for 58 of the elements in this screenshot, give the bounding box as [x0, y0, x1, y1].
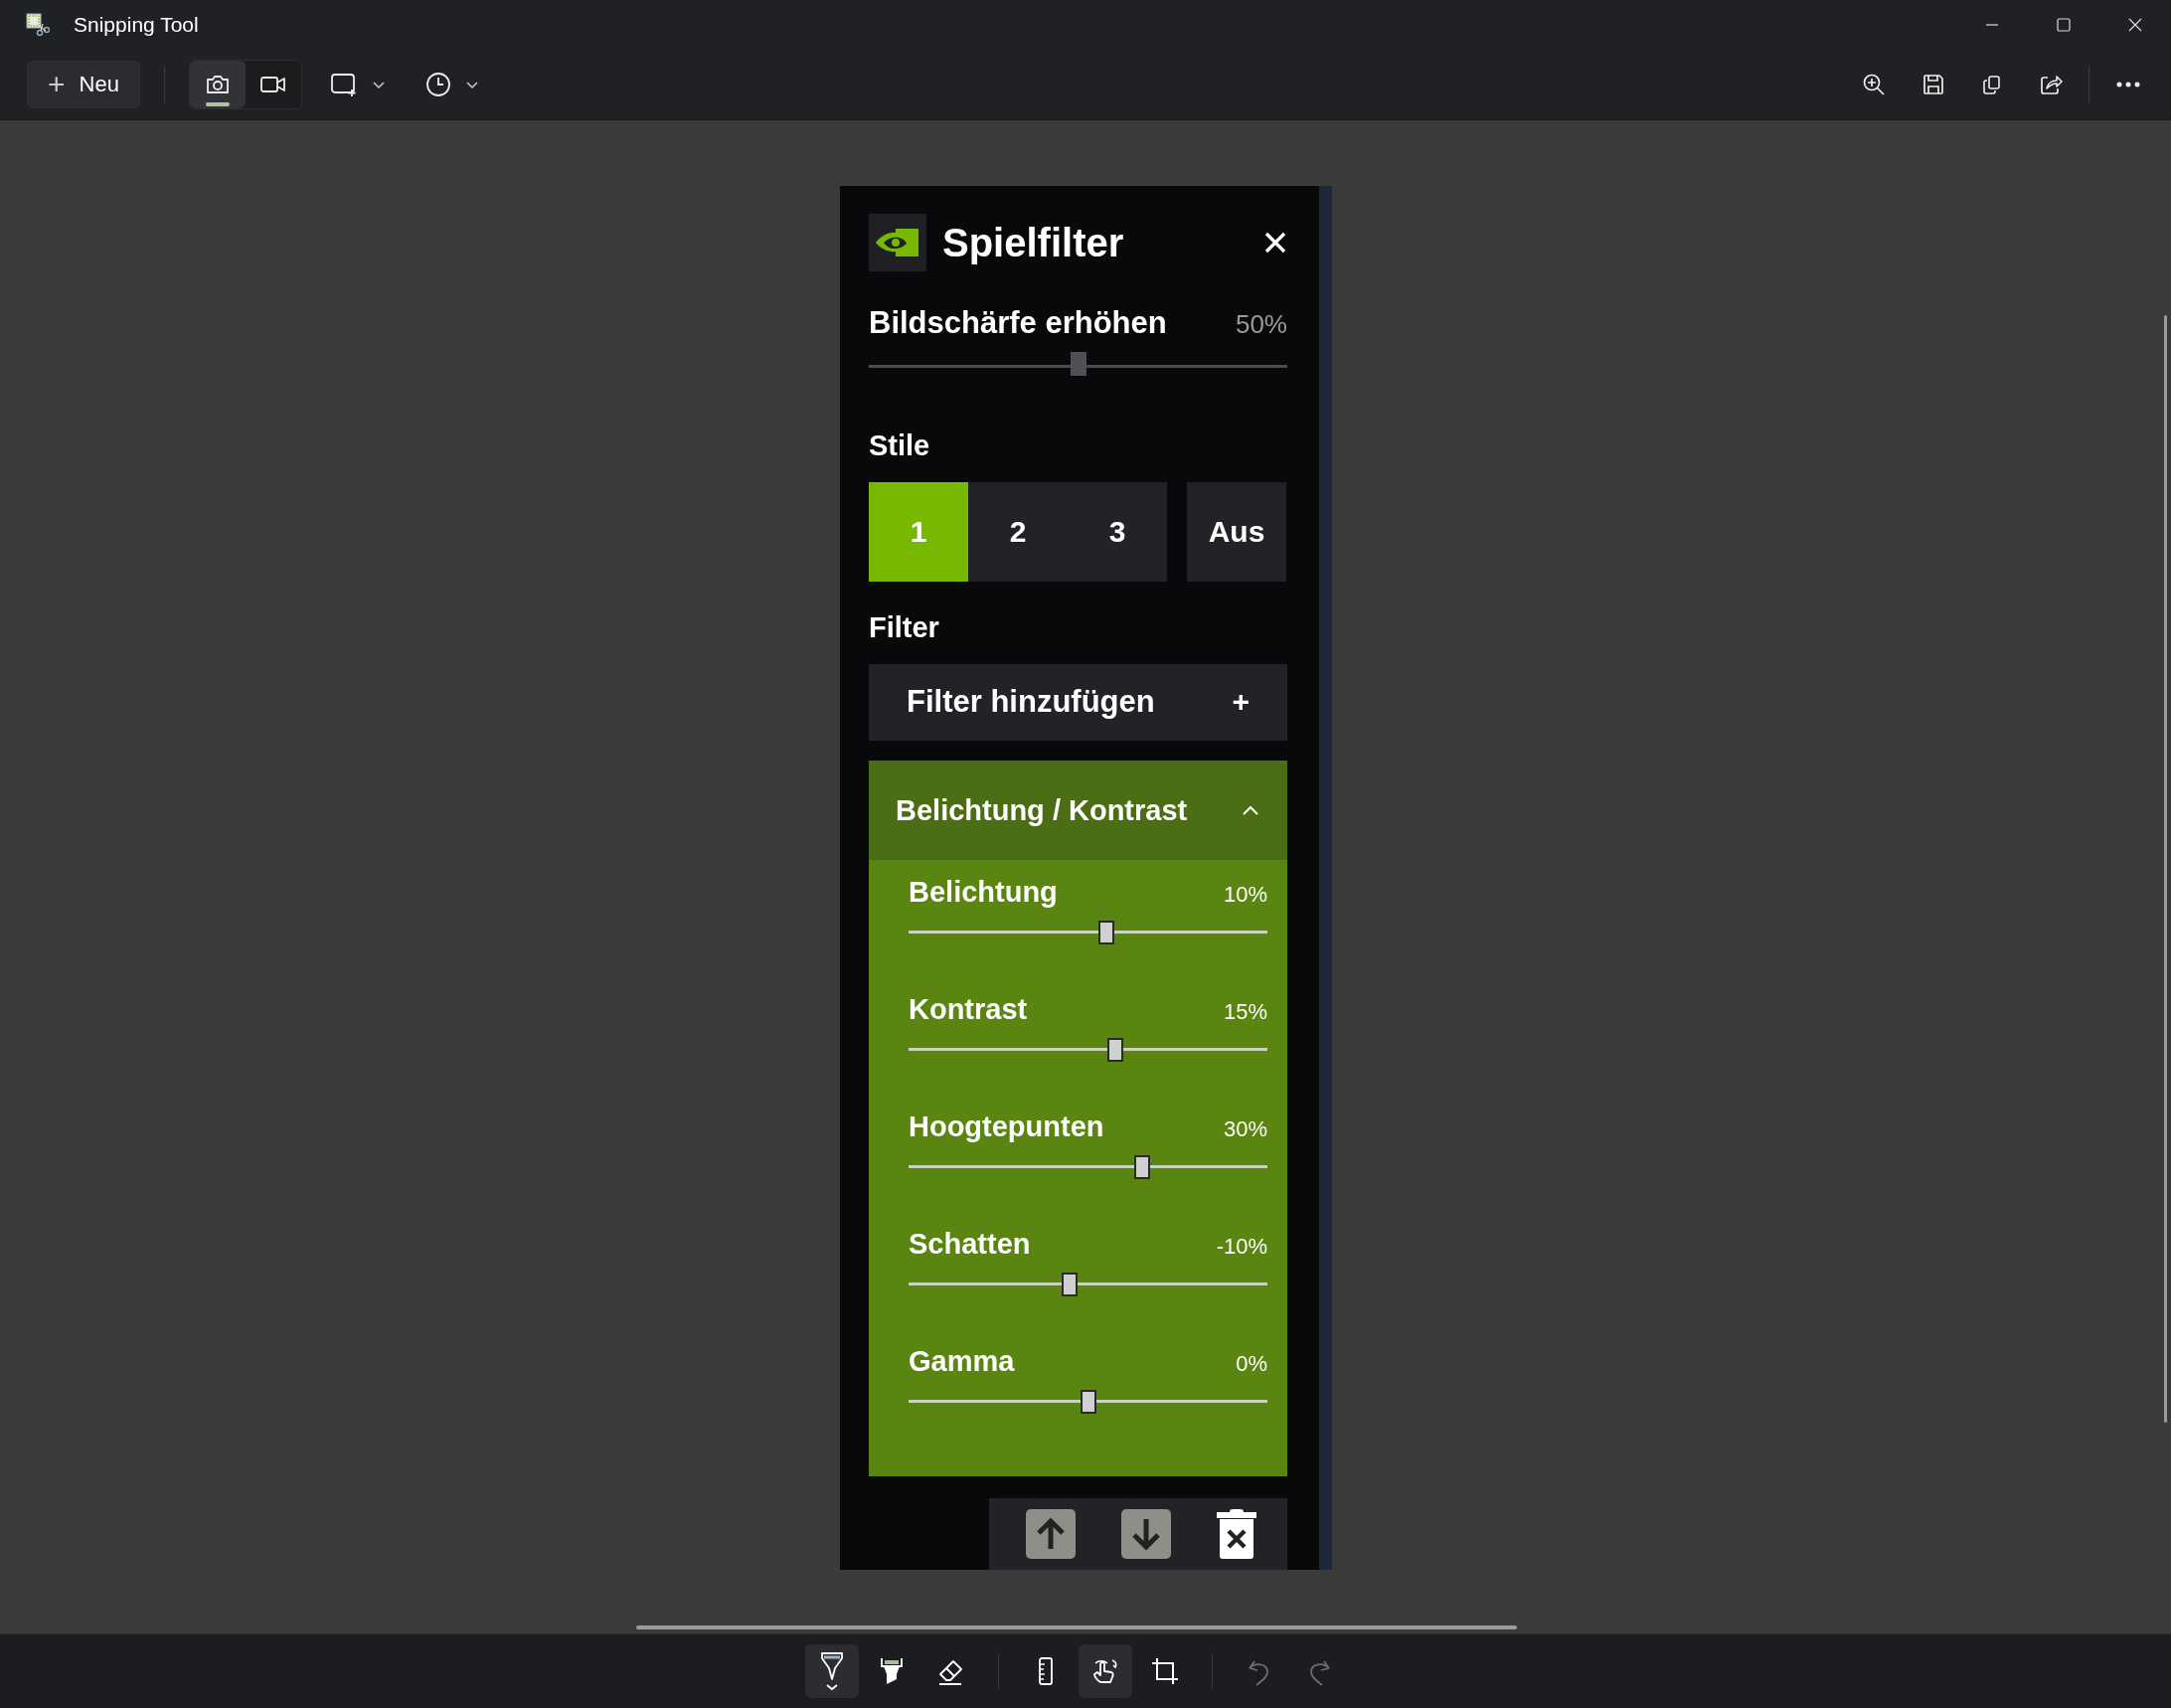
slider-value: 0% [1236, 1351, 1267, 1377]
filter-slider[interactable] [909, 1038, 1267, 1062]
maximize-icon[interactable] [2056, 17, 2072, 33]
app-icon [26, 13, 50, 37]
pen-icon[interactable] [805, 1644, 859, 1698]
horizontal-scrollbar[interactable] [636, 1625, 1517, 1629]
slider-value: 50% [1235, 309, 1287, 340]
chevron-icon[interactable] [1242, 804, 1259, 816]
slider-thumb[interactable] [1062, 1273, 1079, 1296]
panel-title: Spielfilter [942, 220, 1124, 265]
zoom-in-icon[interactable] [1862, 73, 1886, 96]
share-icon[interactable] [2039, 73, 2063, 96]
save-icon[interactable] [1921, 73, 1945, 96]
camera-icon[interactable] [205, 73, 231, 96]
slider-value: 10% [1223, 882, 1267, 908]
vertical-scrollbar[interactable] [2164, 315, 2167, 1423]
touch-hand-icon[interactable] [1079, 1644, 1132, 1698]
clock-icon[interactable] [425, 72, 451, 97]
slider-value: 15% [1223, 999, 1267, 1025]
chevron-down-icon[interactable] [372, 80, 386, 89]
filter-section-header[interactable]: Belichtung / Kontrast [869, 761, 1287, 860]
rectangle-snip-icon[interactable] [330, 72, 358, 97]
window-title: Snipping Tool [74, 13, 199, 37]
delete-icon[interactable] [1217, 1509, 1256, 1559]
close-icon[interactable] [2127, 17, 2143, 33]
slider-label: Schatten [909, 1228, 1031, 1261]
slider-value: -10% [1216, 1234, 1267, 1260]
slider-label: Hoogtepunten [909, 1110, 1104, 1143]
slider-label: Belichtung [909, 876, 1058, 909]
slider-thumb[interactable] [1080, 1390, 1096, 1414]
slider-thumb[interactable] [1070, 352, 1086, 377]
new-button[interactable]: + Neu [27, 61, 140, 108]
filter-slider[interactable] [909, 921, 1267, 944]
copy-icon[interactable] [1981, 74, 2003, 95]
filter-slider[interactable] [909, 1155, 1267, 1179]
eye-logo-icon [869, 214, 926, 271]
more-options-icon[interactable] [2115, 81, 2141, 88]
chevron-down-icon[interactable] [465, 80, 479, 89]
style-button[interactable]: 3 [1068, 481, 1167, 582]
slider-label: Bildschärfe erhöhen [869, 305, 1167, 341]
add-filter-button[interactable]: Filter hinzufügen + [869, 663, 1287, 741]
slider-label: Kontrast [909, 993, 1028, 1026]
filter-slider[interactable] [909, 1273, 1267, 1296]
slider-thumb[interactable] [1097, 921, 1114, 944]
filter-slider[interactable] [909, 1390, 1267, 1414]
filter-section-title: Belichtung / Kontrast [896, 793, 1188, 827]
move-down-icon[interactable] [1121, 1509, 1171, 1559]
slider-thumb[interactable] [1133, 1155, 1150, 1179]
move-up-icon[interactable] [1026, 1509, 1076, 1559]
sharpen-slider[interactable] [869, 355, 1287, 374]
section-label: Filter [869, 610, 940, 644]
slider-label: Gamma [909, 1345, 1015, 1378]
slider-thumb[interactable] [1106, 1038, 1123, 1062]
section-label: Stile [869, 428, 931, 462]
camera-button[interactable] [190, 61, 246, 108]
slider-value: 30% [1223, 1116, 1267, 1142]
style-button[interactable]: 2 [968, 481, 1068, 582]
off-button[interactable]: Aus [1187, 481, 1286, 582]
